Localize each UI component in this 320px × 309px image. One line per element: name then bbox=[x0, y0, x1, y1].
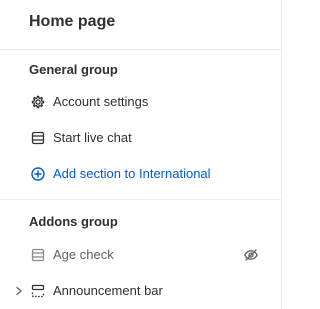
section-item-label: Account settings bbox=[53, 94, 149, 109]
page-title: Home page bbox=[29, 13, 116, 30]
chevron-right-icon[interactable] bbox=[14, 285, 24, 297]
section-item-label: Announcement bar bbox=[53, 283, 163, 298]
section-item-account-settings[interactable]: Account settings bbox=[0, 88, 281, 116]
divider bbox=[0, 199, 281, 200]
sidebar-panel: Home page General group Account settings… bbox=[0, 0, 282, 309]
addons-group-heading: Addons group bbox=[29, 214, 118, 229]
section-item-label: Start live chat bbox=[53, 130, 132, 145]
plus-circle-icon bbox=[31, 167, 45, 181]
general-group-heading: General group bbox=[29, 62, 118, 77]
gear-icon bbox=[31, 95, 45, 109]
add-section-label: Add section to International bbox=[53, 166, 211, 181]
section-item-label: Age check bbox=[53, 247, 114, 262]
section-item-start-live-chat[interactable]: Start live chat bbox=[0, 124, 281, 152]
section-icon bbox=[31, 131, 45, 145]
header-section-icon bbox=[31, 284, 45, 298]
section-icon bbox=[31, 248, 45, 262]
add-section-button[interactable]: Add section to International bbox=[0, 160, 281, 188]
section-item-announcement-bar[interactable]: Announcement bar bbox=[0, 277, 281, 305]
section-item-age-check[interactable]: Age check bbox=[0, 241, 281, 269]
divider bbox=[0, 49, 281, 50]
eye-off-icon[interactable] bbox=[243, 247, 259, 263]
